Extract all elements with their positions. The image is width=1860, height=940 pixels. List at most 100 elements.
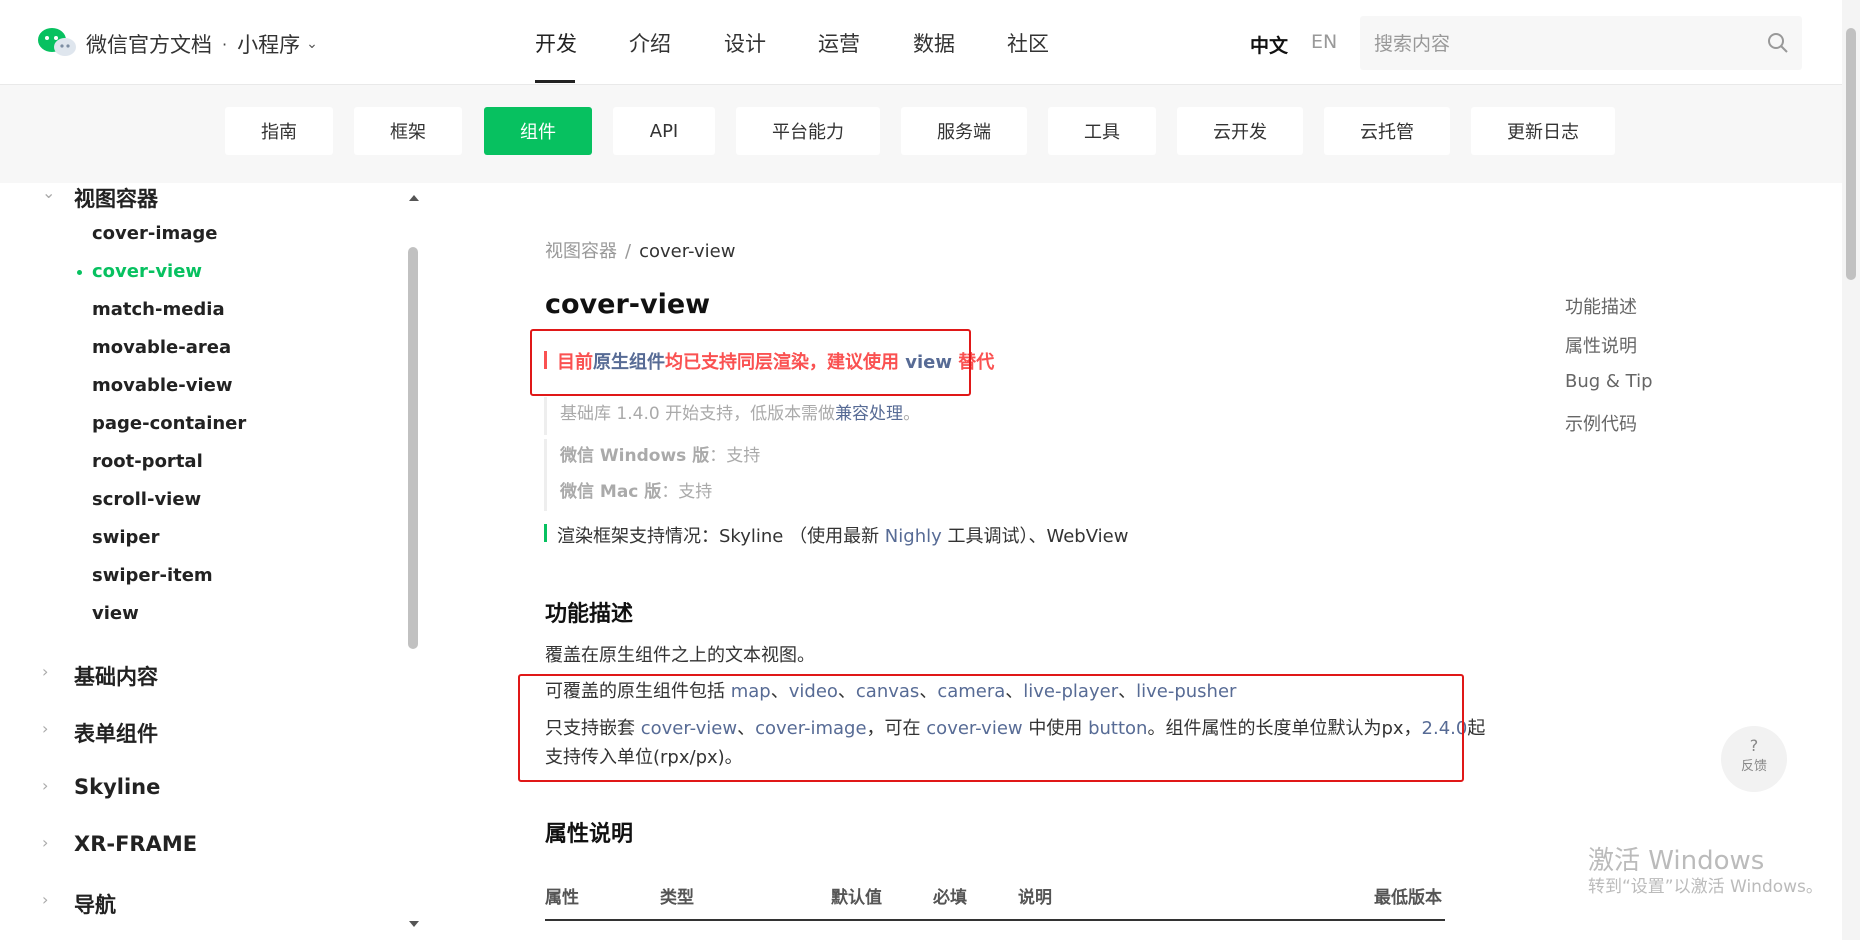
sidebar-item-cover-image[interactable]: cover-image xyxy=(92,223,218,244)
page-scrollbar-thumb[interactable] xyxy=(1846,28,1856,280)
column-header-description: 说明 xyxy=(1018,888,1052,908)
tab-changelog[interactable]: 更新日志 xyxy=(1471,107,1615,155)
page-title: cover-view xyxy=(545,289,711,320)
base-text: 基础库 1.4.0 开始支持，低版本需做 xyxy=(560,404,836,424)
breadcrumb-current: cover-view xyxy=(639,241,736,262)
chevron-right-icon[interactable]: › xyxy=(42,776,48,795)
product-switcher[interactable]: 小程序 xyxy=(237,29,300,59)
chevron-right-icon[interactable]: › xyxy=(42,719,48,738)
nav-data[interactable]: 数据 xyxy=(913,28,955,58)
render-bar xyxy=(544,524,547,542)
base-text: 。 xyxy=(903,404,921,424)
column-header-min-version: 最低版本 xyxy=(1374,888,1442,908)
brand[interactable]: 微信官方文档 · 小程序 ⌄ xyxy=(86,29,318,59)
windows-value: ：支持 xyxy=(709,446,761,466)
toc-item-example[interactable]: 示例代码 xyxy=(1565,410,1637,436)
wechat-logo-icon[interactable] xyxy=(36,26,78,58)
column-header-attribute: 属性 xyxy=(545,888,579,908)
mac-label: 微信 Mac 版 xyxy=(560,482,662,502)
brand-separator: · xyxy=(222,34,228,54)
chevron-right-icon[interactable]: › xyxy=(42,890,48,909)
section-title-attributes: 属性说明 xyxy=(545,822,634,847)
tab-guide[interactable]: 指南 xyxy=(225,107,333,155)
sidebar-section-xr-frame[interactable]: XR-FRAME xyxy=(74,832,197,856)
toc-item-bug-tip[interactable]: Bug & Tip xyxy=(1565,371,1653,392)
lang-en[interactable]: EN xyxy=(1311,31,1337,53)
column-header-required: 必填 xyxy=(933,888,967,908)
search-icon[interactable] xyxy=(1766,31,1790,55)
windows-watermark-subtitle: 转到“设置”以激活 Windows。 xyxy=(1588,877,1823,897)
compatibility-link[interactable]: 兼容处理 xyxy=(835,404,903,424)
breadcrumb-separator: / xyxy=(625,241,632,262)
nav-develop[interactable]: 开发 xyxy=(535,28,577,58)
table-header-divider xyxy=(545,919,1445,921)
breadcrumb: 视图容器 / cover-view xyxy=(545,237,735,263)
sidebar-section-basic-content[interactable]: 基础内容 xyxy=(74,661,158,691)
sidebar-section-form[interactable]: 表单组件 xyxy=(74,718,158,748)
chevron-right-icon[interactable]: › xyxy=(42,833,48,852)
search-input[interactable] xyxy=(1372,16,1756,72)
windows-support: 微信 Windows 版：支持 xyxy=(560,441,760,466)
mac-support: 微信 Mac 版：支持 xyxy=(560,477,712,502)
feedback-label: 反馈 xyxy=(1740,759,1767,774)
tab-cloud-hosting[interactable]: 云托管 xyxy=(1324,107,1450,155)
sidebar-item-page-container[interactable]: page-container xyxy=(92,413,246,434)
sidebar-item-swiper[interactable]: swiper xyxy=(92,527,159,548)
search-box xyxy=(1360,16,1802,72)
sidebar-item-cover-view[interactable]: cover-view xyxy=(92,261,202,282)
page-scrollbar[interactable] xyxy=(1842,0,1860,940)
scroll-up-arrow-icon[interactable] xyxy=(409,195,419,201)
annotation-box xyxy=(518,674,1464,782)
render-support: 渲染框架支持情况：Skyline （使用最新 Nighly 工具调试）、WebV… xyxy=(557,522,1128,548)
sidebar-item-scroll-view[interactable]: scroll-view xyxy=(92,489,201,510)
sidebar-section-skyline[interactable]: Skyline xyxy=(74,775,160,799)
active-bullet xyxy=(77,270,82,275)
scroll-down-arrow-icon[interactable] xyxy=(409,921,419,927)
tab-framework[interactable]: 框架 xyxy=(354,107,462,155)
tab-components[interactable]: 组件 xyxy=(484,107,592,155)
tab-platform[interactable]: 平台能力 xyxy=(736,107,880,155)
column-header-default: 默认值 xyxy=(831,888,882,908)
sidebar-item-root-portal[interactable]: root-portal xyxy=(92,451,203,472)
sidebar-scrollbar-thumb[interactable] xyxy=(408,247,418,649)
sidebar-section-view-container[interactable]: 视图容器 xyxy=(74,183,158,213)
base-library-support: 基础库 1.4.0 开始支持，低版本需做兼容处理。 xyxy=(560,399,920,424)
sidebar: ⌄ 视图容器 cover-image cover-view match-medi… xyxy=(0,183,420,940)
tab-api[interactable]: API xyxy=(613,107,715,155)
sidebar-item-match-media[interactable]: match-media xyxy=(92,299,225,320)
main-content: 视图容器 / cover-view cover-view 目前原生组件均已支持同层渲… xyxy=(420,183,1490,940)
top-header: 微信官方文档 · 小程序 ⌄ 开发 介绍 设计 运营 数据 社区 中文 EN xyxy=(0,0,1842,85)
lang-zh[interactable]: 中文 xyxy=(1250,31,1288,58)
chevron-right-icon[interactable]: › xyxy=(42,662,48,681)
toc-item-description[interactable]: 功能描述 xyxy=(1565,293,1637,319)
platform-bar xyxy=(544,439,547,511)
chevron-down-icon[interactable]: ⌄ xyxy=(42,183,55,202)
render-text: 渲染框架支持情况：Skyline （使用最新 xyxy=(557,526,885,547)
column-header-type: 类型 xyxy=(660,888,694,908)
sidebar-item-movable-area[interactable]: movable-area xyxy=(92,337,231,358)
nighly-link[interactable]: Nighly xyxy=(885,526,942,547)
nav-intro[interactable]: 介绍 xyxy=(629,28,671,58)
sidebar-section-navigation[interactable]: 导航 xyxy=(74,889,116,919)
windows-label: 微信 Windows 版 xyxy=(560,446,710,466)
tab-tools[interactable]: 工具 xyxy=(1048,107,1156,155)
tab-cloud-dev[interactable]: 云开发 xyxy=(1177,107,1303,155)
nav-operation[interactable]: 运营 xyxy=(818,28,860,58)
mac-value: ：支持 xyxy=(661,482,713,502)
question-icon: ? xyxy=(1749,736,1759,755)
support-bar xyxy=(544,397,547,435)
sub-nav: 指南 框架 组件 API 平台能力 服务端 工具 云开发 云托管 更新日志 xyxy=(0,85,1842,183)
sidebar-item-swiper-item[interactable]: swiper-item xyxy=(92,565,213,586)
description-text: 覆盖在原生组件之上的文本视图。 xyxy=(545,645,815,666)
active-nav-underline xyxy=(535,80,575,83)
nav-design[interactable]: 设计 xyxy=(724,28,766,58)
brand-title: 微信官方文档 xyxy=(86,33,212,57)
nav-community[interactable]: 社区 xyxy=(1007,28,1049,58)
toc-item-attributes[interactable]: 属性说明 xyxy=(1565,332,1637,358)
feedback-button[interactable]: ? 反馈 xyxy=(1721,726,1787,792)
tab-server[interactable]: 服务端 xyxy=(901,107,1027,155)
chevron-down-icon[interactable]: ⌄ xyxy=(306,36,318,52)
sidebar-item-view[interactable]: view xyxy=(92,603,139,624)
sidebar-item-movable-view[interactable]: movable-view xyxy=(92,375,232,396)
breadcrumb-parent[interactable]: 视图容器 xyxy=(545,241,617,262)
